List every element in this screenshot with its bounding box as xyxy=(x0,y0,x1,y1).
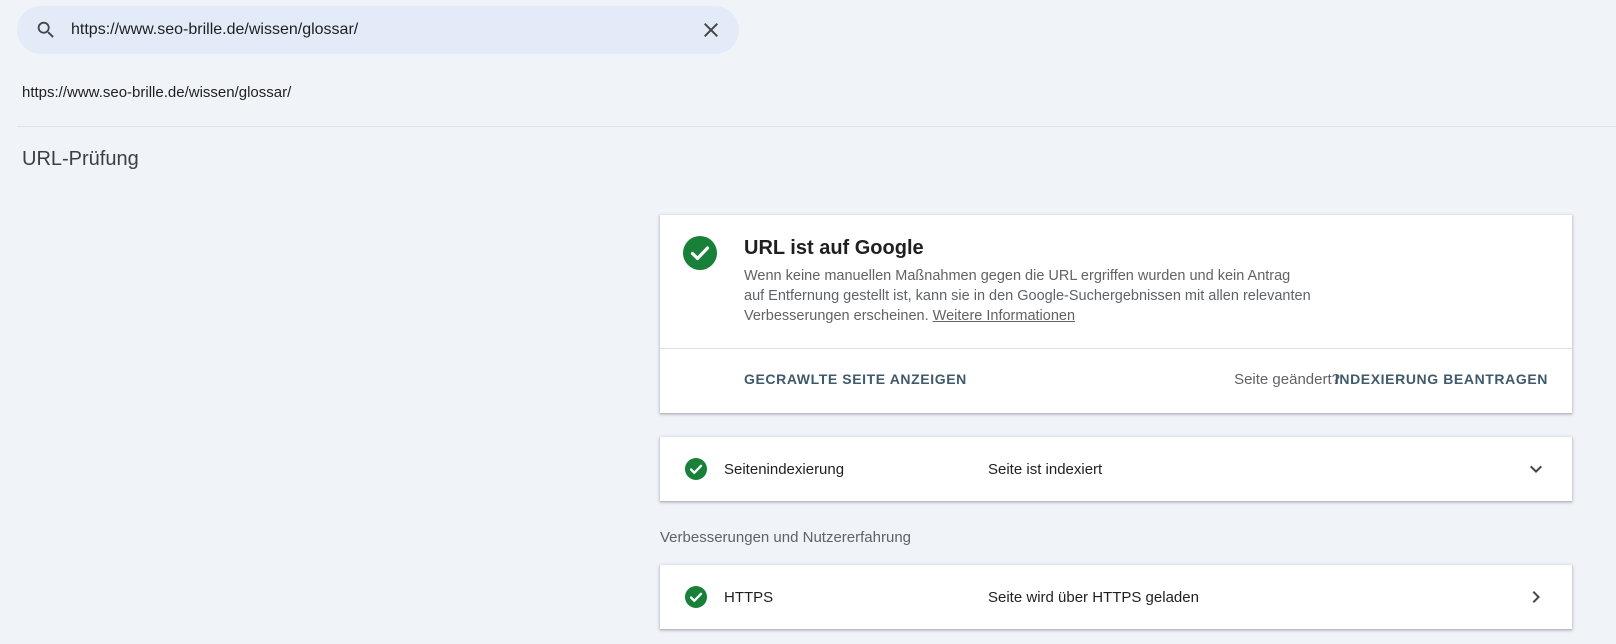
divider xyxy=(17,126,1616,127)
status-description: Wenn keine manuellen Maßnahmen gegen die… xyxy=(744,266,1314,326)
check-circle-icon xyxy=(685,458,707,480)
check-circle-icon xyxy=(683,236,717,270)
chevron-down-icon[interactable] xyxy=(1524,457,1548,481)
enhancements-section-label: Verbesserungen und Nutzererfahrung xyxy=(660,529,912,546)
https-label: HTTPS xyxy=(724,588,774,606)
inspected-url: https://www.seo-brille.de/wissen/glossar… xyxy=(22,84,292,101)
status-card-body: URL ist auf Google Wenn keine manuellen … xyxy=(660,215,1572,349)
request-indexing-button[interactable]: INDEXIERUNG BEANTRAGEN xyxy=(1335,371,1548,387)
view-crawled-page-button[interactable]: GECRAWLTE SEITE ANZEIGEN xyxy=(744,371,967,387)
status-card-actions: GECRAWLTE SEITE ANZEIGEN Seite geändert?… xyxy=(660,349,1572,413)
search-icon xyxy=(34,18,58,42)
url-search-bar[interactable] xyxy=(17,6,739,54)
page-indexing-label: Seitenindexierung xyxy=(724,460,845,478)
https-row[interactable]: HTTPS Seite wird über HTTPS geladen xyxy=(660,565,1572,629)
search-input[interactable] xyxy=(71,10,691,50)
close-icon[interactable] xyxy=(691,10,731,50)
page-changed-label: Seite geändert? xyxy=(1234,371,1340,388)
page-title: URL-Prüfung xyxy=(22,148,139,170)
url-status-card: URL ist auf Google Wenn keine manuellen … xyxy=(660,215,1572,413)
chevron-right-icon[interactable] xyxy=(1524,585,1548,609)
page-indexing-row[interactable]: Seitenindexierung Seite ist indexiert xyxy=(660,437,1572,501)
https-value: Seite wird über HTTPS geladen xyxy=(988,588,1199,606)
page-indexing-value: Seite ist indexiert xyxy=(988,460,1103,478)
learn-more-link[interactable]: Weitere Informationen xyxy=(933,308,1075,324)
status-title: URL ist auf Google xyxy=(744,237,924,259)
check-circle-icon xyxy=(685,586,707,608)
